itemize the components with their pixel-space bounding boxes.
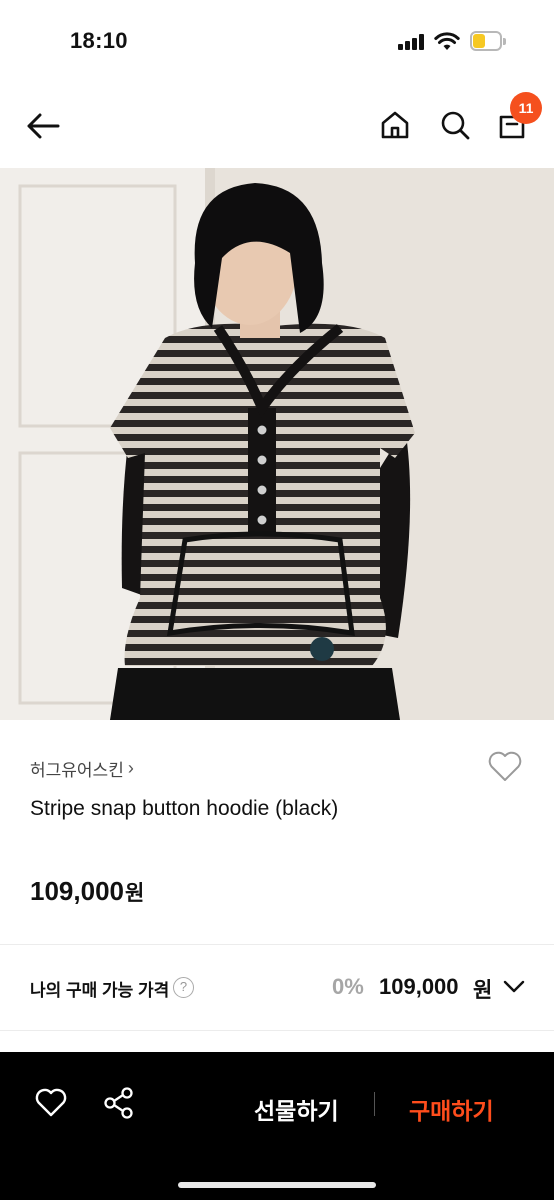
share-icon[interactable]: [102, 1086, 136, 1120]
wifi-icon: [434, 32, 460, 50]
chevron-down-icon[interactable]: [502, 978, 526, 994]
my-price-value: 109,000: [379, 974, 459, 999]
discount-rate: 0%: [332, 974, 364, 999]
price-value: 109,000: [30, 876, 124, 906]
status-time: 18:10: [70, 28, 128, 53]
cart-count-badge: 11: [510, 92, 542, 124]
divider: [0, 1030, 554, 1031]
my-price-unit: 원: [473, 979, 493, 1002]
back-arrow-icon[interactable]: [26, 112, 60, 140]
heart-icon[interactable]: [34, 1088, 68, 1118]
brand-name: 허그유어스킨: [30, 761, 124, 780]
status-bar: 18:10: [0, 0, 554, 84]
question-icon[interactable]: ?: [173, 977, 194, 998]
product-price: 109,000원: [30, 876, 144, 907]
divider: [0, 944, 554, 945]
heart-icon[interactable]: [487, 750, 523, 782]
battery-icon: [470, 31, 506, 51]
gift-button[interactable]: 선물하기: [254, 1092, 339, 1126]
top-nav: [0, 84, 554, 168]
divider: [374, 1092, 375, 1116]
home-icon[interactable]: [380, 110, 410, 140]
product-image: [0, 168, 554, 720]
price-unit: 원: [124, 882, 145, 905]
cellular-signal-icon: [398, 34, 424, 50]
search-icon[interactable]: [440, 110, 470, 140]
product-title: Stripe snap button hoodie (black): [30, 797, 339, 820]
brand-link[interactable]: 허그유어스킨 ›: [30, 756, 134, 781]
my-price-label: 나의 구매 가능 가격: [30, 981, 170, 1000]
home-indicator: [178, 1182, 376, 1188]
buy-button[interactable]: 구매하기: [409, 1092, 494, 1126]
my-price-row[interactable]: 나의 구매 가능 가격 ? 0% 109,000 원: [0, 946, 554, 1030]
bottom-action-bar: 선물하기 구매하기: [0, 1052, 554, 1200]
chevron-right-icon: ›: [127, 758, 134, 778]
